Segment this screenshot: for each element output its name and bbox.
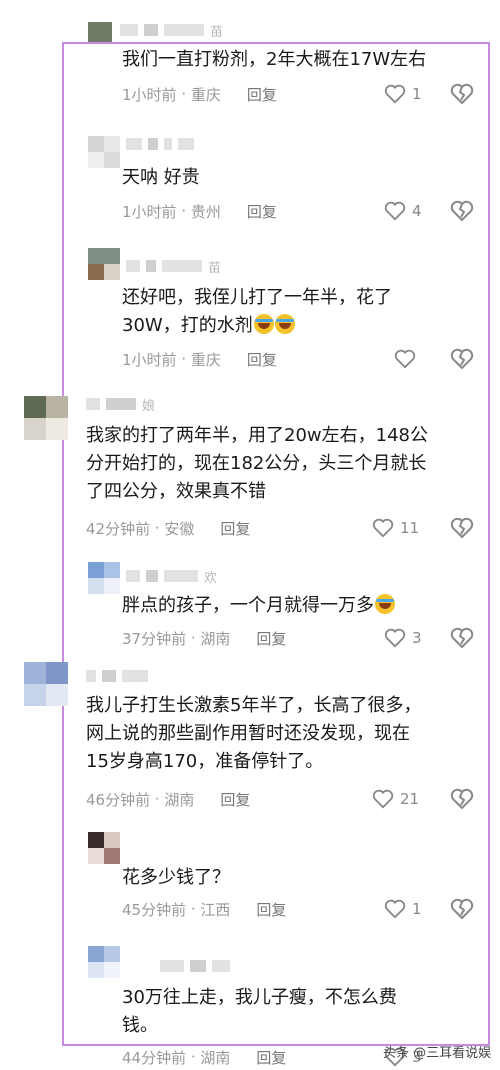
reply-button[interactable]: 回复: [220, 789, 250, 810]
username[interactable]: 欢: [126, 568, 217, 586]
heart-outline-icon: [384, 84, 406, 104]
reply-button[interactable]: 回复: [247, 349, 277, 370]
like-button[interactable]: 11: [372, 516, 419, 540]
reply-button[interactable]: 回复: [247, 84, 277, 105]
username[interactable]: [160, 958, 230, 974]
laugh-cry-emoji-icon: [274, 314, 295, 334]
like-button[interactable]: 1: [384, 82, 422, 106]
comment-meta: 44分钟前 · 湖南 回复: [122, 1047, 287, 1068]
comment-time: 1小时前: [122, 350, 177, 369]
comment-time: 1小时前: [122, 85, 177, 104]
avatar[interactable]: [88, 22, 112, 42]
reply-button[interactable]: 回复: [247, 201, 277, 222]
avatar[interactable]: [88, 562, 120, 594]
comment-meta: 37分钟前 · 湖南 回复: [122, 628, 287, 649]
comment-location: 贵州: [190, 202, 221, 221]
heart-outline-icon: [384, 628, 406, 648]
comment-location: 江西: [200, 900, 231, 919]
laugh-cry-emoji-icon: [375, 594, 395, 614]
comment-location: 湖南: [164, 790, 195, 809]
username[interactable]: 苗: [120, 22, 223, 40]
comment-text: 30万往上走，我儿子瘦，不怎么费 钱。: [122, 987, 397, 1036]
reply-button[interactable]: 回复: [256, 1047, 286, 1068]
avatar[interactable]: [88, 248, 120, 280]
like-button[interactable]: 3: [384, 626, 422, 650]
highlight-frame: [62, 42, 490, 1046]
avatar[interactable]: [24, 396, 68, 440]
comment-time: 46分钟前: [86, 790, 151, 809]
like-button[interactable]: [394, 347, 422, 371]
comment-location: 重庆: [190, 350, 221, 369]
reply-button[interactable]: 回复: [256, 899, 286, 920]
comment-meta: 1小时前 · 重庆 回复: [122, 84, 277, 105]
avatar[interactable]: [88, 832, 120, 864]
reply-button[interactable]: 回复: [220, 518, 250, 539]
comment-text: 胖点的孩子，一个月就得一万多: [122, 592, 395, 620]
comment-location: 安徽: [164, 519, 195, 538]
username[interactable]: 娘: [86, 396, 155, 414]
comment-text: 天呐 好贵: [122, 167, 200, 188]
comment-time: 45分钟前: [122, 900, 187, 919]
like-count: 1: [412, 85, 422, 103]
username[interactable]: [126, 136, 194, 152]
comment-text: 我们一直打粉剂，2年大概在17W左右: [122, 49, 427, 70]
broken-heart-icon[interactable]: [450, 516, 474, 540]
username[interactable]: [86, 668, 148, 684]
avatar[interactable]: [88, 136, 120, 168]
broken-heart-icon[interactable]: [450, 347, 474, 371]
comment-text: 我儿子打生长激素5年半了，长高了很多， 网上说的那些副作用暂时还没发现，现在 1…: [86, 695, 422, 772]
comment-meta: 45分钟前 · 江西 回复: [122, 899, 287, 920]
comment-meta: 42分钟前 · 安徽 回复: [86, 518, 251, 539]
like-count: 21: [400, 790, 420, 808]
broken-heart-icon[interactable]: [450, 897, 474, 921]
avatar[interactable]: [24, 662, 68, 706]
heart-outline-icon: [384, 899, 406, 919]
broken-heart-icon[interactable]: [450, 787, 474, 811]
broken-heart-icon[interactable]: [450, 82, 474, 106]
comment-meta: 1小时前 · 重庆 回复: [122, 349, 277, 370]
comment-meta: 1小时前 · 贵州 回复: [122, 201, 277, 222]
comment-text: 花多少钱了？: [122, 867, 230, 888]
like-count: 3: [412, 629, 422, 647]
like-count: 11: [400, 519, 420, 537]
comment-time: 1小时前: [122, 202, 177, 221]
laugh-cry-emoji-icon: [253, 314, 274, 334]
username[interactable]: 苗: [126, 258, 221, 276]
like-button[interactable]: 4: [384, 199, 422, 223]
like-button[interactable]: 1: [384, 897, 422, 921]
like-button[interactable]: 21: [372, 787, 419, 811]
reply-button[interactable]: 回复: [256, 628, 286, 649]
like-count: 4: [412, 202, 422, 220]
broken-heart-icon[interactable]: [450, 626, 474, 650]
avatar[interactable]: [88, 946, 120, 978]
heart-outline-icon: [394, 349, 416, 369]
comment-time: 37分钟前: [122, 629, 187, 648]
comment-meta: 46分钟前 · 湖南 回复: [86, 789, 251, 810]
comment-text: 还好吧，我侄儿打了一年半，花了 30W，打的水剂: [122, 287, 392, 336]
watermark: 头条 @三耳看说娱: [383, 1046, 492, 1061]
comment-time: 44分钟前: [122, 1048, 187, 1067]
comment-text: 我家的打了两年半，用了20w左右，148公 分开始打的，现在182公分，头三个月…: [86, 425, 428, 502]
comment-location: 湖南: [200, 629, 231, 648]
comment-time: 42分钟前: [86, 519, 151, 538]
comment-location: 湖南: [200, 1048, 231, 1067]
heart-outline-icon: [384, 201, 406, 221]
heart-outline-icon: [372, 518, 394, 538]
broken-heart-icon[interactable]: [450, 199, 474, 223]
comment-location: 重庆: [190, 85, 221, 104]
heart-outline-icon: [372, 789, 394, 809]
like-count: 1: [412, 900, 422, 918]
